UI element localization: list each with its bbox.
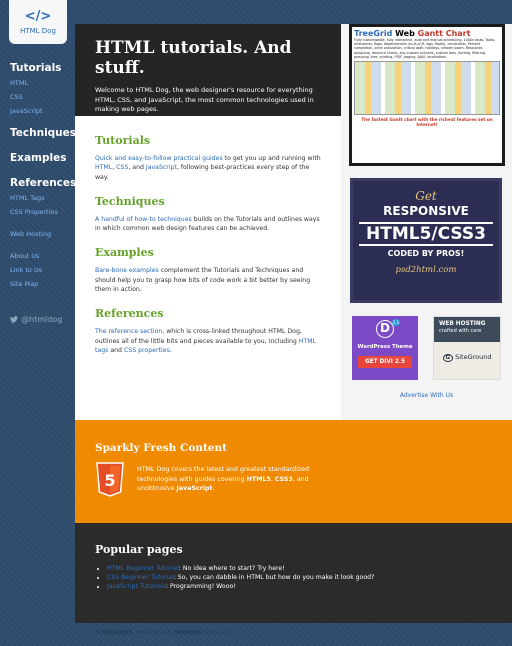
ad-psd-line3: HTML5/CSS3 — [359, 222, 493, 246]
section-text-references: The reference section, which is cross-li… — [95, 328, 316, 354]
ad-siteground-brand: G SiteGround — [434, 353, 500, 362]
section-title-tutorials: Tutorials — [95, 134, 151, 147]
hero-intro: Welcome to HTML Dog, the web designer's … — [95, 86, 314, 113]
section-title-examples: Examples — [95, 246, 154, 260]
sparkly-title: Sparkly Fresh Content — [95, 442, 227, 454]
sparkly-section: Sparkly Fresh Content 5 HTML Dog covers … — [75, 420, 512, 523]
nav-javascript[interactable]: JavaScript — [10, 107, 72, 115]
link-reference-section[interactable]: The reference section — [95, 328, 162, 335]
nav-link-to-us[interactable]: Link to Us — [10, 266, 72, 274]
ad-siteground[interactable]: WEB HOSTING crafted with care G SiteGrou… — [433, 316, 501, 380]
divi-logo-icon: D 2.5 — [376, 319, 400, 338]
ad-divi[interactable]: D 2.5 WordPress Theme GET DIVI 2.5 — [352, 316, 418, 380]
sidebar-nav: Tutorials HTML CSS JavaScript Techniques… — [10, 62, 76, 288]
link-css-beginner[interactable]: CSS Beginner Tutorial — [107, 574, 174, 581]
nav-html-tags[interactable]: HTML Tags — [10, 194, 72, 202]
list-item: JavaScript Tutorials: Programming! Wooo! — [107, 582, 512, 591]
link-bare-bone-examples[interactable]: Bare-bone examples — [95, 267, 159, 274]
nav-html[interactable]: HTML — [10, 79, 72, 87]
nav-css[interactable]: CSS — [10, 93, 72, 101]
sparkly-text: HTML Dog covers the latest and greatest … — [137, 466, 310, 492]
ad-divi-button[interactable]: GET DIVI 2.5 — [358, 356, 412, 368]
html5-shield-icon: 5 — [96, 462, 124, 497]
ad-treegrid-gantt[interactable]: TreeGrid Web Gantt Chart Fully customiza… — [349, 24, 505, 166]
link-html-beginner[interactable]: HTML Beginner Tutorial — [107, 565, 179, 572]
ad-siteground-title: WEB HOSTING — [439, 321, 486, 327]
section-text-tutorials: Quick and easy-to-follow practical guide… — [95, 155, 321, 181]
footer: © 2003-2016. Terms of use. Hosted by Sit… — [95, 630, 235, 636]
link-css-properties[interactable]: CSS properties — [124, 347, 170, 354]
nav-examples[interactable]: Examples — [10, 152, 72, 164]
list-item: HTML Beginner Tutorial: No idea where to… — [107, 564, 512, 573]
logo-name: HTML Dog — [20, 26, 56, 35]
nav-site-map[interactable]: Site Map — [10, 280, 72, 288]
terms-link[interactable]: Terms of use — [136, 630, 171, 636]
hero-banner: HTML tutorials. And stuff. Welcome to HT… — [75, 24, 341, 116]
logo-mark-icon: </> — [24, 8, 52, 24]
nav-tutorials[interactable]: Tutorials — [10, 62, 72, 74]
ad-siteground-subtitle: crafted with care — [439, 328, 482, 334]
nav-techniques[interactable]: Techniques — [10, 127, 76, 139]
siteground-logo-icon: G — [442, 354, 454, 362]
site-logo[interactable]: </> HTML Dog — [9, 0, 67, 44]
section-title-techniques: Techniques — [95, 194, 165, 208]
popular-title: Popular pages — [95, 543, 183, 556]
ad-psd-line1: Get — [415, 189, 437, 203]
popular-pages: Popular pages HTML Beginner Tutorial: No… — [75, 523, 512, 623]
link-javascript[interactable]: JavaScript — [146, 164, 177, 171]
ad-divi-title: WordPress Theme — [357, 344, 413, 350]
link-javascript-tutorials[interactable]: JavaScript Tutorials — [107, 583, 166, 590]
ad-psd-url: psd2html.com — [395, 265, 457, 275]
advertise-link[interactable]: Advertise With Us — [341, 392, 512, 399]
section-text-examples: Bare-bone examples complement the Tutori… — [95, 267, 311, 294]
main-content: Tutorials Quick and easy-to-follow pract… — [75, 116, 341, 420]
link-css[interactable]: CSS — [116, 164, 128, 171]
nav-css-properties[interactable]: CSS Properties — [10, 208, 72, 216]
ads-column: TreeGrid Web Gantt Chart Fully customiza… — [341, 24, 512, 420]
shield-label: 5 — [104, 471, 115, 490]
ad-psd-line4: CODED BY PROS! — [387, 249, 465, 258]
host-link[interactable]: SiteGround — [204, 630, 235, 636]
ad-gantt-chart-image — [354, 61, 500, 116]
link-practical-guides[interactable]: Quick and easy-to-follow practical guide… — [95, 155, 223, 162]
ad-gantt-title: TreeGrid Web Gantt Chart — [354, 29, 471, 38]
section-text-techniques: A handful of how-to techniques builds on… — [95, 215, 320, 233]
page-title: HTML tutorials. And stuff. — [95, 38, 292, 78]
twitter-bird-icon — [10, 316, 18, 323]
ad-psd2html[interactable]: Get RESPONSIVE HTML5/CSS3 CODED BY PROS!… — [350, 178, 502, 303]
ad-gantt-description: Fully customizable, fully interactive, a… — [354, 38, 496, 59]
link-html[interactable]: HTML — [95, 164, 112, 171]
link-how-to-techniques[interactable]: A handful of how-to techniques — [95, 216, 192, 223]
ad-psd-line2: RESPONSIVE — [383, 204, 469, 218]
nav-web-hosting[interactable]: Web Hosting — [10, 230, 72, 238]
twitter-handle: @htmldog — [21, 315, 63, 324]
nav-about-us[interactable]: About Us — [10, 252, 72, 260]
ad-gantt-tagline: The fastest Gantt chart with the richest… — [361, 117, 493, 128]
twitter-link[interactable]: @htmldog — [10, 315, 62, 324]
nav-references[interactable]: References — [10, 177, 76, 189]
list-item: CSS Beginner Tutorial: So, you can dabbl… — [107, 573, 512, 582]
section-title-references: References — [95, 307, 164, 321]
